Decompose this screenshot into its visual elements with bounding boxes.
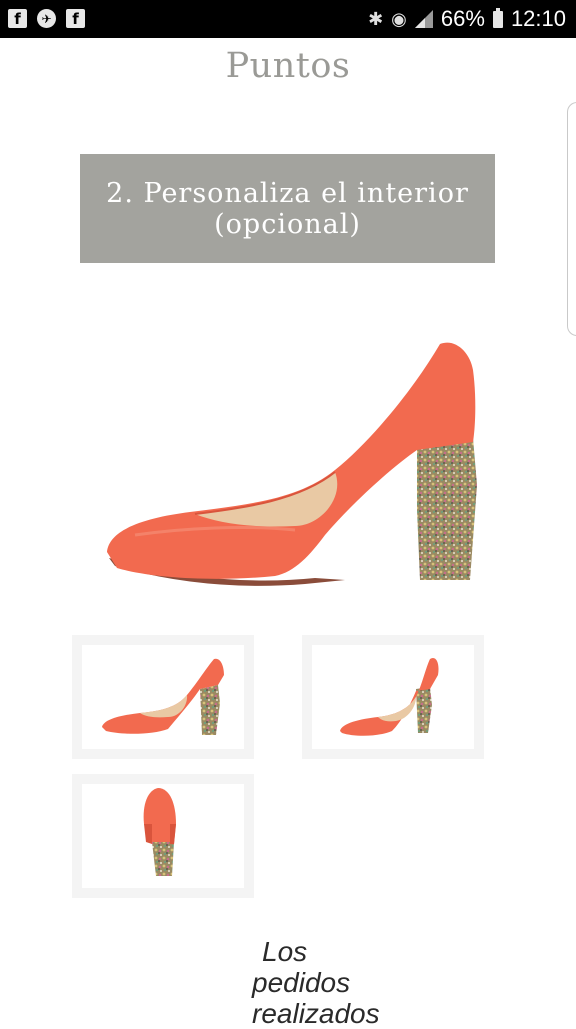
page-title: Puntos bbox=[225, 46, 351, 86]
step-heading-line1: 2. Personaliza el interior bbox=[106, 177, 469, 209]
thumbnail-side-view[interactable] bbox=[72, 635, 254, 759]
battery-icon bbox=[492, 7, 503, 28]
bluetooth-icon: ✱ bbox=[368, 8, 384, 30]
signal-icon bbox=[414, 10, 433, 28]
wifi-icon: ◉ bbox=[391, 8, 407, 30]
facebook-icon: f bbox=[66, 9, 85, 28]
thumbnail-shoe-image bbox=[102, 658, 224, 735]
status-right: ✱ ◉ 66% 12:10 bbox=[368, 0, 566, 38]
thumbnail-shoe-image bbox=[340, 657, 439, 736]
clock: 12:10 bbox=[510, 6, 566, 31]
orders-heading: Los pedidos realizados bbox=[252, 936, 412, 1029]
thumbnail-back-view[interactable] bbox=[72, 774, 254, 898]
orders-heading-line3: realizados bbox=[252, 998, 380, 1029]
thumbnail-three-quarter-view[interactable] bbox=[302, 635, 484, 759]
side-panel-tab[interactable] bbox=[567, 102, 576, 336]
thumbnail-shoe-image bbox=[143, 788, 176, 876]
step-heading: 2. Personaliza el interior (opcional) bbox=[80, 154, 495, 263]
orders-heading-line2: pedidos bbox=[252, 967, 351, 998]
battery-percent: 66% bbox=[440, 6, 485, 31]
step-heading-line2: (opcional) bbox=[214, 208, 361, 240]
orders-heading-line1: Los bbox=[262, 936, 308, 967]
pdf-reader-icon: ✈ bbox=[37, 9, 56, 28]
main-shoe-image[interactable] bbox=[95, 330, 490, 600]
facebook-icon: f bbox=[8, 9, 27, 28]
status-bar: f ✈ f ✱ ◉ 66% 12:10 bbox=[0, 0, 576, 38]
